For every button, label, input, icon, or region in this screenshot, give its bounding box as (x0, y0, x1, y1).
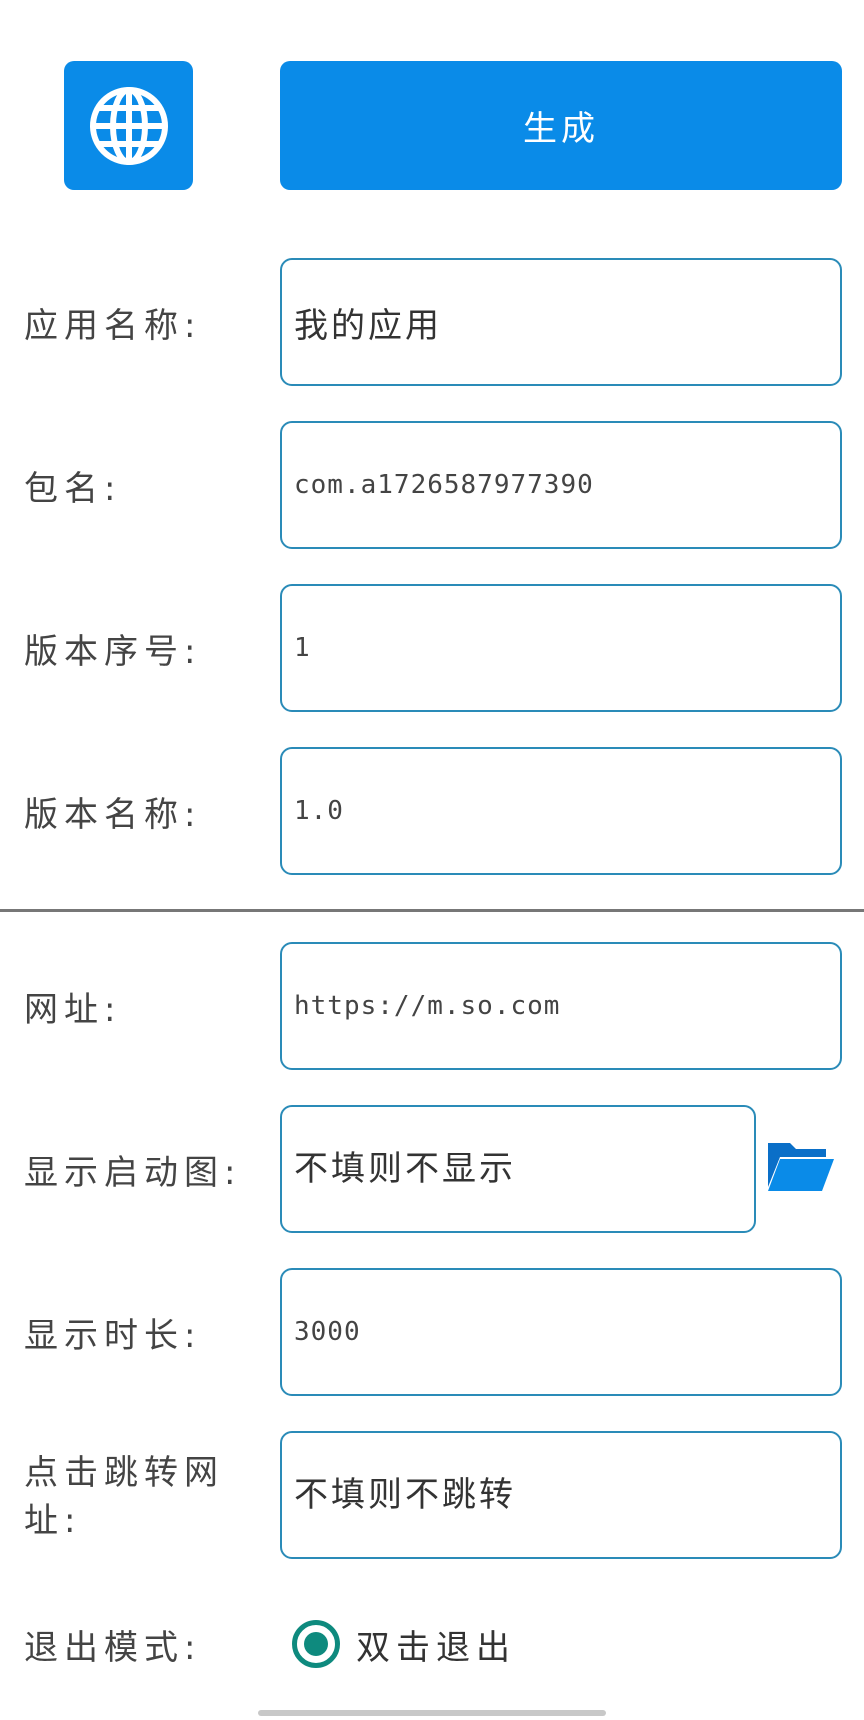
globe-icon (89, 86, 168, 165)
click-jump-url-input[interactable] (282, 1433, 840, 1557)
radio-selected-dot (304, 1632, 328, 1656)
url-label: 网址: (24, 989, 122, 1030)
exit-mode-row: 退出模式: 双击退出 (0, 1594, 864, 1694)
splash-image-input[interactable] (282, 1107, 754, 1231)
url-field-box (280, 942, 842, 1070)
version-code-label: 版本序号: (24, 631, 202, 672)
display-duration-label: 显示时长: (24, 1315, 202, 1356)
exit-mode-option-label[interactable]: 双击退出 (356, 1594, 516, 1694)
app-name-label: 应用名称: (24, 305, 202, 346)
package-name-field-box (280, 421, 842, 549)
top-toolbar: 生成 (0, 0, 864, 230)
display-duration-input[interactable] (282, 1270, 840, 1394)
package-name-label: 包名: (24, 468, 122, 509)
splash-image-field-box (280, 1105, 756, 1233)
display-duration-field-box (280, 1268, 842, 1396)
app-name-row: 应用名称: (0, 258, 864, 386)
version-code-input[interactable] (282, 586, 840, 710)
package-name-row: 包名: (0, 421, 864, 549)
folder-open-icon (768, 1143, 834, 1191)
app-name-field-box (280, 258, 842, 386)
exit-mode-radio-double-tap[interactable] (292, 1620, 340, 1668)
app-name-input[interactable] (282, 260, 840, 384)
generate-button[interactable]: 生成 (280, 61, 842, 190)
version-name-input[interactable] (282, 749, 840, 873)
click-jump-url-label: 点击跳转网址: (24, 1453, 224, 1541)
display-duration-row: 显示时长: (0, 1268, 864, 1396)
app-builder-page: 生成 应用名称: 包名: 版本序号: 版本名称: 网址: 显示启动图: (0, 0, 864, 1720)
url-row: 网址: (0, 942, 864, 1070)
click-jump-url-field-box (280, 1431, 842, 1559)
splash-image-row: 显示启动图: (0, 1105, 864, 1233)
click-jump-url-row: 点击跳转网址: (0, 1431, 864, 1559)
section-divider (0, 909, 864, 912)
url-input[interactable] (282, 944, 840, 1068)
version-name-row: 版本名称: (0, 747, 864, 875)
version-name-label: 版本名称: (24, 794, 202, 835)
version-name-field-box (280, 747, 842, 875)
version-code-row: 版本序号: (0, 584, 864, 712)
choose-splash-folder-button[interactable] (764, 1135, 836, 1195)
package-name-input[interactable] (282, 423, 840, 547)
splash-image-label: 显示启动图: (24, 1152, 242, 1193)
exit-mode-label: 退出模式: (24, 1627, 202, 1668)
globe-button[interactable] (64, 61, 193, 190)
home-indicator[interactable] (258, 1710, 606, 1716)
version-code-field-box (280, 584, 842, 712)
